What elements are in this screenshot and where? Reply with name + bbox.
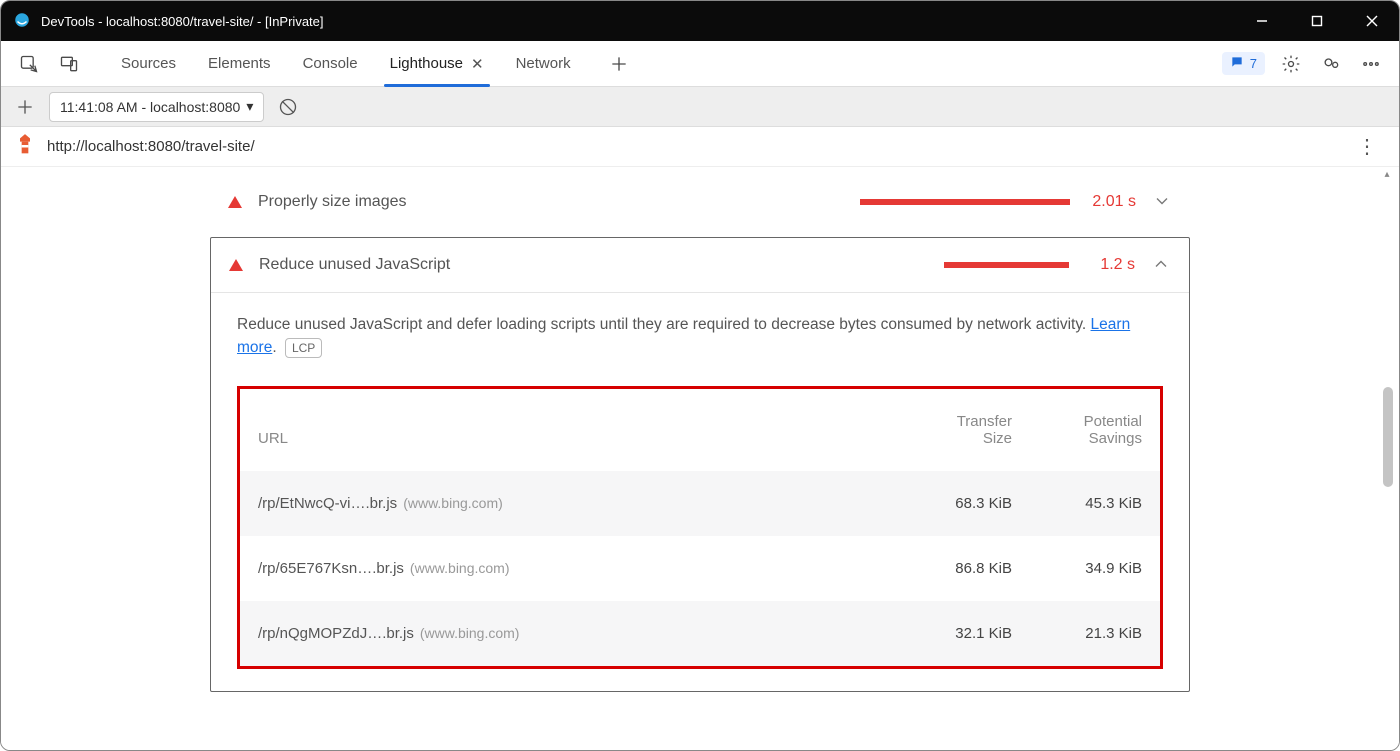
clear-icon[interactable] <box>272 91 304 123</box>
lcp-tag: LCP <box>285 338 322 358</box>
fail-triangle-icon <box>229 259 243 271</box>
scroll-up-arrow[interactable]: ▴ <box>1382 169 1392 179</box>
tab-sources[interactable]: Sources <box>107 41 190 86</box>
savings-bar <box>860 199 1070 205</box>
tab-elements[interactable]: Elements <box>194 41 285 86</box>
url-path: /rp/65E767Ksn….br.js <box>258 560 404 577</box>
savings-value: 2.01 s <box>1086 193 1136 211</box>
potential-savings: 45.3 KiB <box>1030 471 1160 536</box>
close-icon[interactable]: ✕ <box>471 55 484 73</box>
table-row[interactable]: /rp/EtNwcQ-vi….br.js (www.bing.com) 68.3 … <box>240 471 1160 536</box>
app-icon <box>13 11 31 32</box>
audit-title: Properly size images <box>258 193 844 211</box>
report-selector[interactable]: 11:41:08 AM - localhost:8080 ▾ <box>49 92 264 122</box>
report-menu-icon[interactable]: ⋮ <box>1349 129 1385 165</box>
chevron-down-icon <box>1152 191 1172 214</box>
settings-icon[interactable] <box>1273 46 1309 82</box>
chat-icon <box>1230 55 1244 72</box>
potential-savings: 21.3 KiB <box>1030 601 1160 666</box>
tab-label: Console <box>303 55 358 72</box>
tab-label: Elements <box>208 55 271 72</box>
transfer-size: 68.3 KiB <box>900 471 1030 536</box>
opportunity-tbody: /rp/EtNwcQ-vi….br.js (www.bing.com) 68.3 … <box>240 471 1160 666</box>
caret-down-icon: ▾ <box>246 98 253 115</box>
chevron-up-icon <box>1151 254 1171 277</box>
device-toggle-icon[interactable] <box>51 46 87 82</box>
new-report-button[interactable] <box>9 91 41 123</box>
issues-count-value: 7 <box>1250 56 1257 71</box>
audit-header[interactable]: Reduce unused JavaScript 1.2 s <box>211 238 1189 292</box>
inspect-icon[interactable] <box>11 46 47 82</box>
report-urlbar: http://localhost:8080/travel-site/ ⋮ <box>1 127 1399 167</box>
window-title: DevTools - localhost:8080/travel-site/ -… <box>41 14 324 29</box>
url-host: (www.bing.com) <box>403 495 503 511</box>
table-row[interactable]: /rp/nQgMOPZdJ….br.js (www.bing.com) 32.1 … <box>240 601 1160 666</box>
tab-label: Lighthouse <box>390 55 463 72</box>
report-url: http://localhost:8080/travel-site/ <box>47 138 255 155</box>
audit-description: Reduce unused JavaScript and defer loadi… <box>211 292 1189 374</box>
feedback-icon[interactable] <box>1313 46 1349 82</box>
tab-label: Network <box>516 55 571 72</box>
savings-bar <box>944 262 1069 268</box>
url-path: /rp/nQgMOPZdJ….br.js <box>258 625 414 642</box>
savings-value: 1.2 s <box>1085 256 1135 274</box>
add-tab-button[interactable] <box>601 46 637 82</box>
report-selector-label: 11:41:08 AM - localhost:8080 <box>60 99 240 115</box>
table-row[interactable]: /rp/65E767Ksn….br.js (www.bing.com) 86.8 … <box>240 536 1160 601</box>
minimize-button[interactable] <box>1234 1 1289 41</box>
opportunity-table-highlight: URL TransferSize PotentialSavings /rp/Et… <box>237 386 1163 669</box>
opportunity-table: URL TransferSize PotentialSavings /rp/Et… <box>240 389 1160 666</box>
scrollbar[interactable]: ▴ <box>1379 167 1395 750</box>
lighthouse-icon <box>15 133 35 160</box>
window-titlebar: DevTools - localhost:8080/travel-site/ -… <box>1 1 1399 41</box>
devtools-tabbar: Sources Elements Console Lighthouse ✕ Ne… <box>1 41 1399 87</box>
scroll-thumb[interactable] <box>1383 387 1393 487</box>
col-transfer: TransferSize <box>900 389 1030 471</box>
col-url: URL <box>240 389 900 471</box>
audit-reduce-unused-js: Reduce unused JavaScript 1.2 s Reduce un… <box>210 237 1190 692</box>
col-savings: PotentialSavings <box>1030 389 1160 471</box>
transfer-size: 86.8 KiB <box>900 536 1030 601</box>
close-button[interactable] <box>1344 1 1399 41</box>
transfer-size: 32.1 KiB <box>900 601 1030 666</box>
url-path: /rp/EtNwcQ-vi….br.js <box>258 495 397 512</box>
url-host: (www.bing.com) <box>420 625 520 641</box>
tab-label: Sources <box>121 55 176 72</box>
tab-console[interactable]: Console <box>289 41 372 86</box>
url-host: (www.bing.com) <box>410 560 510 576</box>
tab-lighthouse[interactable]: Lighthouse ✕ <box>376 41 498 86</box>
more-icon[interactable] <box>1353 46 1389 82</box>
issues-counter[interactable]: 7 <box>1222 52 1265 75</box>
tab-network[interactable]: Network <box>502 41 585 86</box>
fail-triangle-icon <box>228 196 242 208</box>
audit-title: Reduce unused JavaScript <box>259 256 928 274</box>
potential-savings: 34.9 KiB <box>1030 536 1160 601</box>
maximize-button[interactable] <box>1289 1 1344 41</box>
audit-properly-size-images[interactable]: Properly size images 2.01 s <box>210 175 1190 229</box>
lighthouse-toolbar: 11:41:08 AM - localhost:8080 ▾ <box>1 87 1399 127</box>
audit-description-text: Reduce unused JavaScript and defer loadi… <box>237 316 1091 333</box>
